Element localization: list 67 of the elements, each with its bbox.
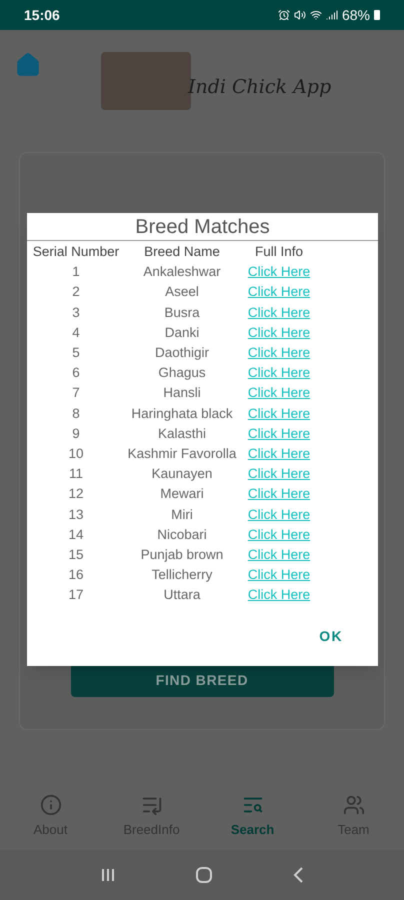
serial-cell-text: 16 — [67, 566, 85, 584]
back-icon[interactable] — [292, 866, 304, 884]
serial-cell-text: 4 — [71, 324, 81, 342]
alarm-icon — [278, 9, 290, 21]
breed-name-cell-text: Kaunayen — [150, 465, 214, 484]
breed-name-cell-text: Haringhata black — [130, 404, 234, 423]
nav-tab[interactable]: Search — [202, 783, 303, 850]
breed-name-cell-text: Uttara — [162, 586, 202, 604]
serial-cell-text: 15 — [67, 546, 85, 564]
full-info-link[interactable]: Click Here — [239, 262, 319, 282]
column-header: Full Info — [254, 243, 304, 261]
full-info-link[interactable]: Click Here — [239, 404, 319, 424]
full-info-link[interactable]: Click Here — [239, 444, 319, 464]
serial-cell-text: 13 — [67, 506, 85, 524]
serial-cell-text: 10 — [67, 445, 85, 464]
full-info-link[interactable]: Click Here — [239, 322, 319, 344]
breed-name-cell-text: Tellicherry — [150, 566, 214, 584]
serial-cell-text: 17 — [67, 586, 85, 604]
full-info-link[interactable]: Click Here — [239, 585, 319, 606]
full-info-link[interactable]: Click Here — [239, 565, 319, 586]
dialog-title: Breed Matches — [27, 213, 378, 241]
serial-cell-text: 5 — [71, 344, 81, 362]
full-info-link[interactable]: Click Here — [239, 383, 319, 404]
recent-apps-icon[interactable] — [100, 867, 116, 883]
breed-name-cell-text: Kalasthi — [156, 424, 208, 443]
serial-cell-text: 14 — [67, 526, 85, 544]
breed-name-cell-text: Aseel — [164, 283, 200, 302]
breed-name-cell-text: Daothigir — [154, 344, 210, 362]
full-info-link[interactable]: Click Here — [239, 484, 319, 505]
full-info-link[interactable]: Click Here — [239, 302, 319, 323]
battery-level: 68% — [342, 6, 370, 24]
column-header: Breed Name — [143, 243, 221, 261]
serial-cell-text: 7 — [71, 384, 81, 402]
serial-cell-text: 3 — [71, 304, 81, 322]
breed-name-cell-text: Danki — [164, 324, 200, 342]
full-info-link[interactable]: Click Here — [239, 464, 319, 484]
serial-cell-text: 9 — [71, 424, 81, 443]
breed-name-cell-text: Busra — [163, 304, 201, 322]
full-info-link[interactable]: Click Here — [239, 524, 319, 546]
breed-name-cell-text: Ankaleshwar — [142, 263, 222, 282]
full-info-link[interactable]: Click Here — [239, 363, 319, 384]
breed-name-cell-text: Mewari — [159, 485, 205, 504]
serial-cell-text: 8 — [71, 404, 81, 423]
status-time: 15:06 — [24, 6, 60, 24]
app-title: Indi Chick App — [188, 74, 332, 100]
breed-name-cell-text: Hansli — [162, 384, 202, 402]
people-icon — [342, 794, 364, 816]
breed-name-cell-text: Punjab brown — [140, 546, 224, 564]
breed-name-cell-text: Miri — [170, 506, 194, 524]
ok-button[interactable]: OK — [319, 626, 343, 647]
full-info-link[interactable]: Click Here — [239, 343, 319, 364]
full-info-link[interactable]: Click Here — [239, 504, 319, 525]
breed-name-cell-text: Kashmir Favorolla — [126, 445, 238, 464]
full-info-link[interactable]: Click Here — [239, 424, 319, 444]
serial-cell-text: 2 — [71, 283, 81, 302]
breed-name-cell-text: Ghagus — [157, 364, 207, 382]
full-info-link[interactable]: Click Here — [239, 545, 319, 566]
serial-cell-text: 1 — [71, 263, 81, 282]
column-header: Serial Number — [32, 243, 120, 261]
breed-name-cell-text: Nicobari — [156, 526, 208, 544]
serial-cell-text: 11 — [68, 465, 84, 484]
find-breed-button[interactable]: FIND BREED — [70, 663, 334, 697]
info-icon — [40, 794, 62, 816]
battery-icon — [374, 10, 380, 20]
serial-cell-text: 12 — [67, 485, 85, 504]
full-info-link[interactable]: Click Here — [239, 282, 319, 303]
serial-cell-text: 6 — [71, 364, 81, 382]
